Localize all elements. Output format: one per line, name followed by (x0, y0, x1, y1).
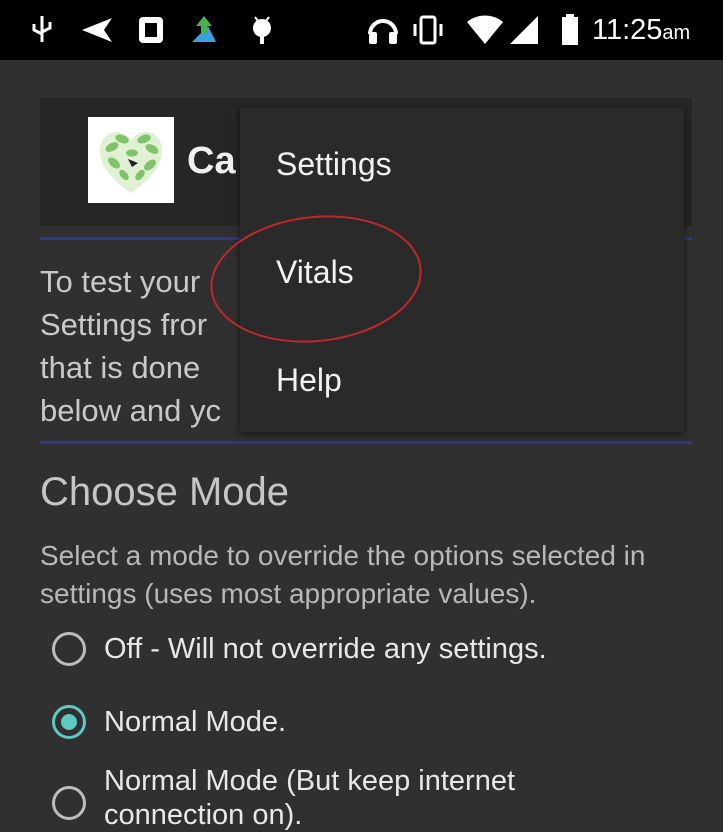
menu-item-help[interactable]: Help (276, 362, 342, 399)
radio-button[interactable] (52, 786, 86, 820)
battery-icon (560, 14, 580, 53)
app-logo (88, 117, 174, 203)
choose-mode-title: Choose Mode (40, 470, 290, 514)
status-bar: 11:25am (0, 0, 723, 60)
menu-item-settings[interactable]: Settings (276, 146, 392, 183)
headset-icon (366, 14, 400, 53)
mode-option-label: Off - Will not override any settings. (104, 633, 547, 665)
status-time: 11:25am (592, 14, 691, 46)
mode-option-normal[interactable]: Normal Mode. (52, 705, 624, 739)
mode-option-label: Normal Mode (But keep internet connectio… (104, 765, 516, 831)
app-title: Ca (187, 140, 236, 182)
radio-button[interactable] (52, 632, 86, 666)
send-icon (80, 14, 114, 53)
signal-icon (508, 14, 540, 53)
vibrate-icon (410, 14, 446, 53)
choose-mode-description: Select a mode to override the options se… (40, 540, 646, 609)
divider (40, 441, 692, 444)
screen-icon (137, 14, 165, 53)
wifi-icon (466, 14, 504, 53)
mode-option-label: Normal Mode. (104, 706, 287, 738)
usb-icon (30, 14, 54, 53)
radio-button-checked[interactable] (52, 705, 86, 739)
upload-icon (188, 14, 220, 53)
android-icon (247, 14, 277, 53)
mode-option-off[interactable]: Off - Will not override any settings. (52, 632, 624, 666)
mode-option-normal-keep-internet[interactable]: Normal Mode (But keep internet connectio… (52, 764, 624, 832)
